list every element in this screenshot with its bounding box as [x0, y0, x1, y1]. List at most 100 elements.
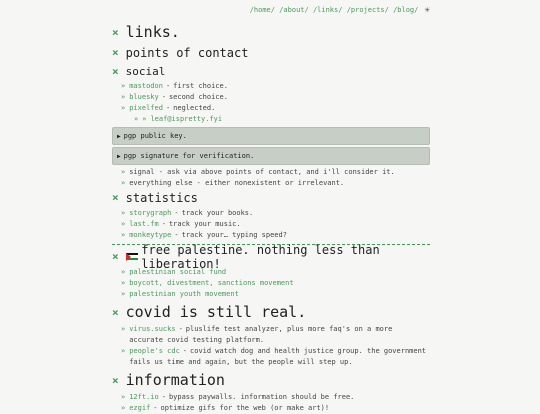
item-description: bypass paywalls. information should be f… [168, 393, 355, 401]
separator: - [174, 231, 179, 239]
separator: - [161, 393, 166, 401]
section-heading-palestine: × free palestine. nothing less than libe… [112, 243, 430, 271]
list-item: »» leaf@ispretty.fyi [134, 114, 430, 125]
heading-marker: × [112, 305, 119, 319]
peoples-cdc-link[interactable]: people's cdc [129, 347, 180, 355]
section-heading-text: statistics [125, 190, 198, 205]
disclosure-triangle-icon: ▶ [117, 132, 121, 140]
list-item: » signal - ask via above points of contac… [121, 167, 430, 178]
section-heading-information: × information [112, 370, 430, 390]
monkeytype-link[interactable]: monkeytype [129, 230, 171, 241]
palestinian-youth-movement-link[interactable]: palestinian youth movement [129, 289, 239, 300]
nav-home-link[interactable]: /home/ [250, 6, 275, 14]
heading-marker: × [112, 25, 119, 39]
section-heading-contact: × points of contact [112, 44, 430, 61]
list-item: » people's cdc - covid watch dog and health… [121, 346, 430, 368]
nav-about-link[interactable]: /about/ [279, 6, 309, 14]
list-item: » storygraph - track your books. [121, 208, 430, 219]
bds-movement-link[interactable]: boycott, divestment, sanctions movement [129, 278, 293, 289]
12ft-link[interactable]: 12ft.io [129, 392, 159, 403]
bullet: » [121, 325, 126, 333]
list-item: » boycott, divestment, sanctions movement [121, 278, 430, 289]
bullet: » [142, 115, 147, 123]
separator: - [165, 104, 171, 112]
separator: - [165, 82, 171, 90]
social-list: » mastodon - first choice. » bluesky - second … [121, 81, 430, 125]
list-item: » everything else - either nonexistent or… [121, 178, 430, 189]
list-item: » bluesky - second choice. [121, 92, 430, 103]
list-item: » mastodon - first choice. [121, 81, 430, 92]
virus-sucks-link[interactable]: virus.sucks [129, 325, 175, 333]
item-description: track your music. [168, 220, 241, 228]
main-content: × links. × points of contact × social » m… [112, 22, 430, 414]
section-heading-text: points of contact [125, 45, 249, 60]
separator: - [182, 347, 188, 355]
bullet: » [121, 393, 126, 401]
item-description: neglected. [173, 104, 216, 112]
bullet: » [121, 209, 126, 217]
page-title-text: links. [125, 23, 180, 41]
bullet: » [121, 231, 126, 239]
mastodon-link[interactable]: mastodon [129, 81, 163, 92]
item-description: first choice. [173, 82, 228, 90]
bullet: » [121, 179, 126, 187]
list-item: » palestinian youth movement [121, 289, 430, 300]
separator: - [161, 220, 166, 228]
heading-marker: × [112, 191, 119, 204]
list-item: » virus.sucks - pluslife test analyzer, plu… [121, 324, 430, 346]
list-item: » monkeytype - track your… typing speed? [121, 230, 430, 241]
bullet: » [121, 168, 126, 176]
list-item: » 12ft.io - bypass paywalls. information sh… [121, 392, 430, 403]
bullet: » [121, 220, 126, 228]
section-heading-text: social [125, 64, 166, 78]
pgp-key-toggle[interactable]: ▶ pgp public key. [112, 127, 430, 145]
bullet: » [121, 82, 126, 90]
pgp-signature-label: pgp signature for verification. [123, 152, 255, 160]
bullet: » [121, 93, 126, 101]
heading-marker: × [112, 373, 119, 387]
section-heading-text: information [125, 371, 225, 389]
storygraph-link[interactable]: storygraph [129, 208, 171, 219]
pixelfed-link[interactable]: pixelfed [129, 103, 163, 114]
top-navigation: /home/ /about/ /links/ /projects/ /blog/… [250, 5, 430, 16]
page-title: × links. [112, 22, 430, 42]
section-heading-statistics: × statistics [112, 189, 430, 206]
nav-links-link[interactable]: /links/ [313, 6, 343, 14]
item-description: second choice. [168, 93, 228, 101]
contact-extra-list: » signal - ask via above points of contac… [121, 167, 430, 189]
section-heading-social: × social [112, 63, 430, 79]
nav-projects-link[interactable]: /projects/ [347, 6, 389, 14]
pgp-signature-toggle[interactable]: ▶ pgp signature for verification. [112, 147, 430, 165]
disclosure-triangle-icon: ▶ [117, 152, 121, 160]
item-text: signal - ask via above points of contact… [129, 168, 395, 176]
palestine-flag-icon [125, 252, 138, 261]
bullet: » [121, 347, 126, 355]
sun-icon[interactable]: ☀ [425, 6, 430, 16]
separator: - [178, 325, 183, 333]
list-item: » last.fm - track your music. [121, 219, 430, 230]
heading-marker: × [112, 64, 119, 78]
separator: - [161, 93, 166, 101]
pgp-key-label: pgp public key. [123, 132, 187, 140]
bullet: » [134, 115, 139, 123]
list-item: » pixelfed - neglected. [121, 103, 430, 114]
section-heading-covid: × covid is still real. [112, 302, 430, 322]
item-text: everything else - either nonexistent or … [129, 179, 345, 187]
section-heading-text: covid is still real. [125, 303, 307, 321]
bullet: » [121, 279, 126, 287]
pixelfed-handle-link[interactable]: leaf@ispretty.fyi [150, 114, 222, 125]
information-list: » 12ft.io - bypass paywalls. information sh… [121, 392, 430, 414]
lastfm-link[interactable]: last.fm [129, 219, 159, 230]
bullet: » [121, 104, 126, 112]
nav-blog-link[interactable]: /blog/ [393, 6, 418, 14]
covid-list: » virus.sucks - pluslife test analyzer, plu… [121, 324, 430, 368]
separator: - [174, 209, 179, 217]
bluesky-link[interactable]: bluesky [129, 92, 159, 103]
bullet: » [121, 290, 126, 298]
palestinian-social-fund-link[interactable]: palestinian social fund [129, 267, 226, 278]
heading-marker: × [112, 250, 119, 263]
heading-marker: × [112, 46, 119, 59]
statistics-list: » storygraph - track your books. » last.fm - t… [121, 208, 430, 241]
palestine-list: » palestinian social fund » boycott, dives… [121, 267, 430, 300]
bullet: » [121, 268, 126, 276]
